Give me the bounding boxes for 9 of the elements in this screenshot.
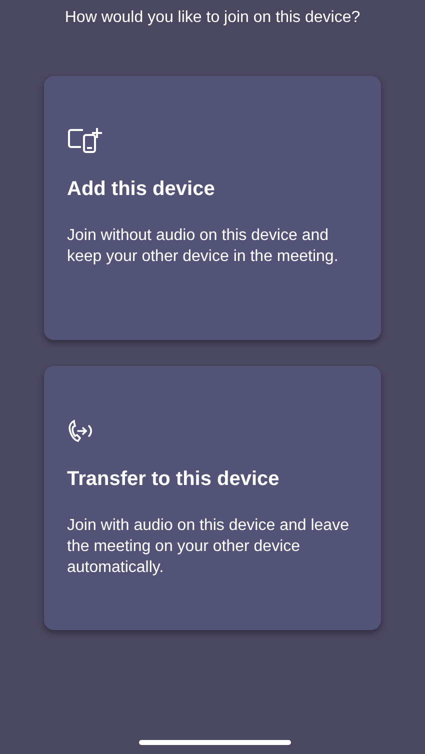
option-card[interactable]: Add this device Join without audio on this device and keep your other device in the meeting. [44,76,381,340]
option-card[interactable]: Transfer to this device Join with audio on this device and leave the meeting on your other device automatically. [44,366,381,630]
option-title: Transfer to this device [67,467,280,492]
option-description: Join without audio on this device and keep your other device in the meeting. [67,226,340,267]
option-description: Join with audio on this device and leave the meeting on your other device automatically. [67,516,350,578]
device-add-icon [67,127,103,155]
option-title: Add this device [67,177,216,202]
phone-transfer-icon [67,418,95,444]
page-heading: How would you like to join on this device? [64,8,360,28]
